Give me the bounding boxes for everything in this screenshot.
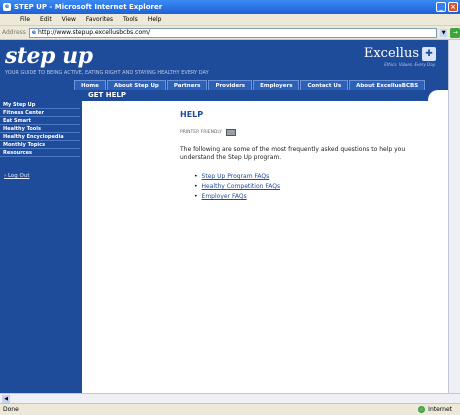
window-controls: _ ×: [436, 2, 458, 12]
status-text: Done: [3, 406, 19, 413]
zone-label: Internet: [428, 406, 452, 413]
address-dropdown-icon[interactable]: ▼: [439, 28, 448, 37]
intro-text: The following are some of the most frequ…: [180, 146, 406, 161]
menu-view[interactable]: View: [62, 16, 76, 23]
printer-friendly-link[interactable]: PRINTER FRIENDLY: [180, 129, 440, 136]
logout-link[interactable]: › Log Out: [0, 173, 82, 179]
menu-edit[interactable]: Edit: [40, 16, 52, 23]
nav-home[interactable]: Home: [74, 80, 106, 90]
nav-about-step-up[interactable]: About Step Up: [106, 80, 166, 90]
sidebar-item-healthy-tools[interactable]: Healthy Tools: [0, 125, 80, 133]
ie-icon: e: [3, 3, 11, 11]
main-content: HELP PRINTER FRIENDLY The following are …: [180, 110, 440, 202]
address-label: Address: [2, 29, 26, 36]
page-viewport: step up YOUR GUIDE TO BEING ACTIVE, EATI…: [0, 40, 448, 393]
sidebar: My Step Up Fitness Center Eat Smart Heal…: [0, 101, 82, 393]
window-titlebar: e STEP UP - Microsoft Internet Explorer …: [0, 0, 460, 14]
menu-bar: File Edit View Favorites Tools Help: [0, 14, 460, 26]
nav-employers[interactable]: Employers: [253, 80, 300, 90]
faq-link-employer[interactable]: Employer FAQs: [194, 192, 440, 202]
go-button[interactable]: →: [450, 27, 460, 38]
page-icon: e: [31, 29, 36, 36]
menu-tools[interactable]: Tools: [123, 16, 138, 23]
faq-link-healthy-competition[interactable]: Healthy Competition FAQs: [194, 182, 440, 192]
printer-friendly-label: PRINTER FRIENDLY: [180, 130, 223, 135]
brand-name: Excellus: [363, 46, 419, 61]
address-url: http://www.stepup.excellusbcbs.com/: [37, 29, 151, 36]
bcbs-shield-icon: ✚: [422, 46, 436, 61]
vertical-scrollbar[interactable]: [448, 40, 460, 393]
sidebar-item-monthly-topics[interactable]: Monthly Topics: [0, 141, 80, 149]
address-bar: Address e http://www.stepup.excellusbcbs…: [0, 26, 460, 40]
main-nav: Home About Step Up Partners Providers Em…: [74, 80, 426, 90]
nav-about-excellus[interactable]: About ExcellusBCBS: [349, 80, 426, 90]
nav-partners[interactable]: Partners: [166, 80, 208, 90]
page-header-bar: GET HELP: [0, 90, 448, 101]
site-tagline: YOUR GUIDE TO BEING ACTIVE, EATING RIGHT…: [5, 70, 209, 76]
brand-tagline: Ethics. Values. Every Day.: [384, 62, 436, 67]
logout-label: Log Out: [7, 173, 30, 179]
window-title: STEP UP - Microsoft Internet Explorer: [14, 3, 163, 11]
page-section-title: GET HELP: [88, 91, 126, 99]
printer-icon[interactable]: [226, 129, 237, 136]
nav-contact-us[interactable]: Contact Us: [300, 80, 349, 90]
sidebar-item-eat-smart[interactable]: Eat Smart: [0, 117, 80, 125]
sidebar-item-fitness-center[interactable]: Fitness Center: [0, 109, 80, 117]
sidebar-item-resources[interactable]: Resources: [0, 149, 80, 157]
minimize-button[interactable]: _: [436, 2, 446, 12]
page-title: HELP: [180, 110, 204, 119]
address-input[interactable]: e http://www.stepup.excellusbcbs.com/: [28, 27, 437, 38]
close-button[interactable]: ×: [448, 2, 458, 12]
faq-list: Step Up Program FAQs Healthy Competition…: [194, 172, 440, 202]
scroll-left-icon[interactable]: ◀: [2, 395, 10, 403]
security-zone: Internet: [418, 406, 452, 413]
globe-icon: [418, 406, 426, 413]
site-header: step up YOUR GUIDE TO BEING ACTIVE, EATI…: [0, 40, 448, 90]
step-up-logo[interactable]: step up: [5, 43, 93, 69]
horizontal-scrollbar[interactable]: ◀: [0, 393, 460, 403]
sidebar-item-healthy-encyclopedia[interactable]: Healthy Encyclopedia: [0, 133, 80, 141]
nav-providers[interactable]: Providers: [208, 80, 253, 90]
header-curve: [428, 90, 448, 101]
menu-favorites[interactable]: Favorites: [86, 16, 113, 23]
menu-file[interactable]: File: [20, 16, 30, 23]
menu-help[interactable]: Help: [148, 16, 162, 23]
faq-link-step-up-program[interactable]: Step Up Program FAQs: [194, 172, 440, 182]
excellus-logo[interactable]: Excellus ✚: [364, 46, 436, 61]
status-bar: Done Internet: [0, 403, 460, 415]
sidebar-item-my-step-up[interactable]: My Step Up: [0, 101, 80, 109]
